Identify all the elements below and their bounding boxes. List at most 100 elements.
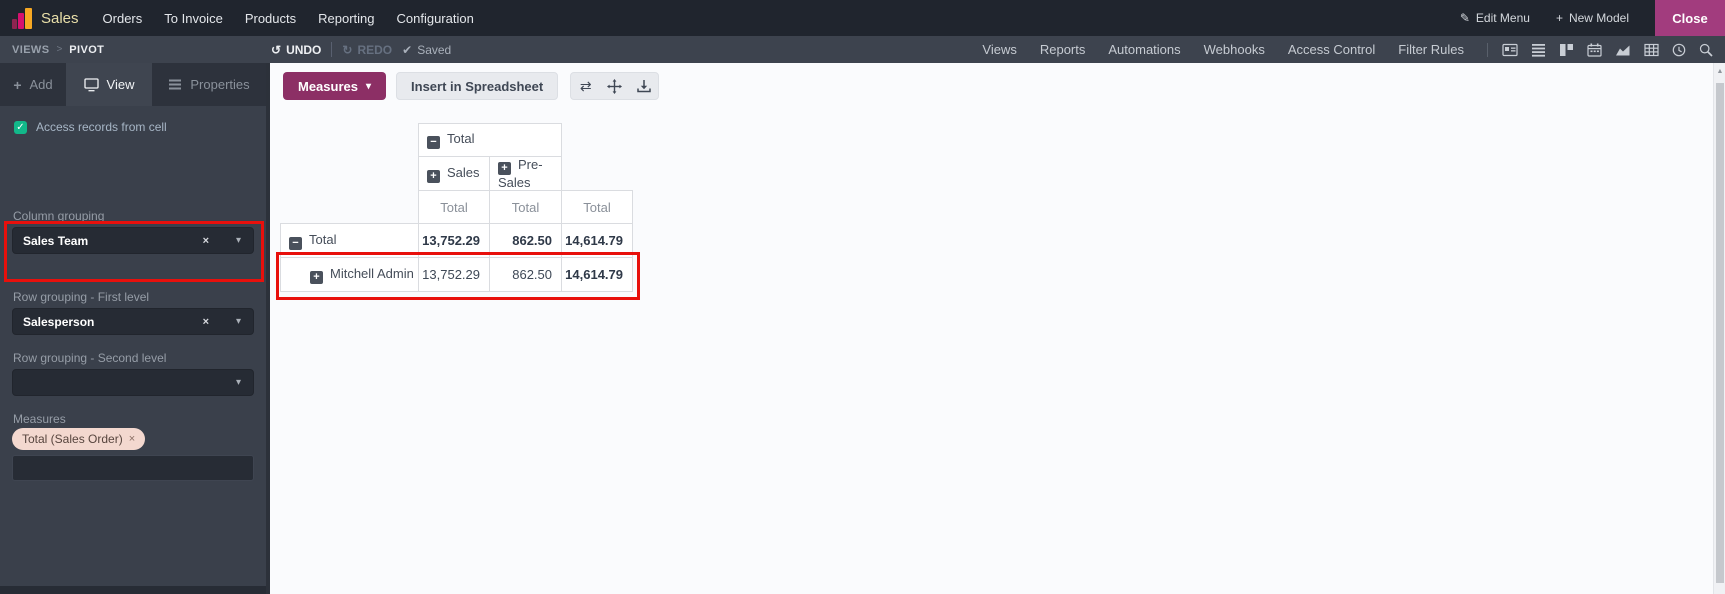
clear-icon[interactable]: × <box>203 316 209 328</box>
column-grouping-select[interactable]: Sales Team × ▾ <box>12 227 254 254</box>
row-grouping-first-select[interactable]: Salesperson × ▾ <box>12 308 254 335</box>
pivot-row-total: − Total 13,752.29 862.50 14,614.79 <box>280 223 633 258</box>
breadcrumb-views[interactable]: VIEWS <box>12 44 49 56</box>
undo-icon: ↺ <box>271 42 282 57</box>
row-header-total[interactable]: − Total <box>280 223 419 258</box>
pivot-cell[interactable]: 862.50 <box>489 257 562 292</box>
pivot-cell[interactable]: 13,752.29 <box>418 257 490 292</box>
menu-to-invoice[interactable]: To Invoice <box>164 11 223 26</box>
tab-add[interactable]: + Add <box>0 63 66 106</box>
studio-menu-automations[interactable]: Automations <box>1108 42 1180 57</box>
measures-input[interactable] <box>12 455 254 481</box>
tab-view[interactable]: View <box>66 63 152 106</box>
caret-down-icon: ▾ <box>235 235 241 246</box>
pivot-action-group: ⇄ <box>570 72 660 100</box>
pivot-view-area: Measures ▾ Insert in Spreadsheet ⇄ − Tot… <box>270 63 1713 594</box>
pivot-cell[interactable]: 14,614.79 <box>561 257 633 292</box>
menu-products[interactable]: Products <box>245 11 296 26</box>
form-view-icon[interactable] <box>1502 43 1518 57</box>
studio-bar: VIEWS > PIVOT ↺ UNDO ↻ REDO ✔ Saved View… <box>0 36 1725 63</box>
properties-icon <box>169 79 182 90</box>
sidebar-footer-strip <box>0 586 266 594</box>
studio-menu-views[interactable]: Views <box>982 42 1016 57</box>
access-records-checkbox[interactable]: ✓ <box>14 120 27 134</box>
row-grouping-second-label: Row grouping - Second level <box>13 351 167 365</box>
sidebar-tabs: + Add View Properties <box>0 63 266 106</box>
insert-in-spreadsheet-button[interactable]: Insert in Spreadsheet <box>396 72 559 100</box>
vertical-scrollbar[interactable]: ▲ <box>1713 63 1725 594</box>
pivot-measure-row: Total Total Total <box>281 190 633 224</box>
studio-menu-filter-rules[interactable]: Filter Rules <box>1398 42 1464 57</box>
search-icon[interactable] <box>1699 43 1713 57</box>
undo-button[interactable]: ↺ UNDO <box>271 43 321 57</box>
studio-menu-access-control[interactable]: Access Control <box>1288 42 1375 57</box>
pivot-cell[interactable]: 862.50 <box>489 223 562 258</box>
caret-down-icon: ▾ <box>365 80 372 92</box>
graph-view-icon[interactable] <box>1615 43 1631 57</box>
row-grouping-first-label: Row grouping - First level <box>13 290 150 304</box>
close-button[interactable]: Close <box>1655 0 1725 36</box>
scrollbar-thumb[interactable] <box>1716 83 1724 583</box>
caret-down-icon: ▾ <box>235 377 241 388</box>
list-view-icon[interactable] <box>1531 43 1546 57</box>
menu-configuration[interactable]: Configuration <box>397 11 474 26</box>
studio-menu-webhooks[interactable]: Webhooks <box>1204 42 1265 57</box>
collapse-icon[interactable]: − <box>427 136 440 149</box>
access-records-label: Access records from cell <box>36 120 167 134</box>
column-subgroup-presales[interactable]: + Pre-Sales <box>489 156 562 191</box>
pivot-view-icon[interactable] <box>1644 43 1659 57</box>
top-navbar: Sales Orders To Invoice Products Reporti… <box>0 0 1725 36</box>
breadcrumb-pivot: PIVOT <box>69 43 105 56</box>
access-records-row: ✓ Access records from cell <box>14 120 167 134</box>
flip-axis-icon[interactable]: ⇄ <box>571 73 600 99</box>
column-group-header[interactable]: − Total <box>418 123 562 157</box>
row-header-mitchell-admin[interactable]: + Mitchell Admin <box>280 257 419 292</box>
expand-icon[interactable]: + <box>310 270 323 284</box>
collapse-icon[interactable]: − <box>289 236 302 250</box>
pivot-cell[interactable]: 14,614.79 <box>561 223 633 258</box>
row-grouping-second-select[interactable]: ▾ <box>12 369 254 396</box>
studio-sidebar: + Add View Properties ✓ Access records f… <box>0 63 270 594</box>
redo-button[interactable]: ↻ REDO <box>342 43 392 57</box>
studio-menu-reports[interactable]: Reports <box>1040 42 1086 57</box>
studio-bar-right: Views Reports Automations Webhooks Acces… <box>982 42 1725 57</box>
measure-header[interactable]: Total <box>418 190 490 224</box>
download-icon[interactable] <box>629 73 658 99</box>
menu-reporting[interactable]: Reporting <box>318 11 374 26</box>
calendar-view-icon[interactable] <box>1587 43 1602 57</box>
remove-tag-icon[interactable]: × <box>129 433 135 445</box>
measure-header[interactable]: Total <box>561 190 633 224</box>
divider <box>331 42 333 57</box>
breadcrumb-separator: > <box>56 44 63 55</box>
check-icon: ✔ <box>402 42 413 57</box>
kanban-view-icon[interactable] <box>1559 43 1574 57</box>
measure-tag[interactable]: Total (Sales Order) × <box>12 428 146 450</box>
saved-status: ✔ Saved <box>402 42 452 57</box>
expand-all-icon[interactable] <box>600 73 629 99</box>
column-grouping-label: Column grouping <box>13 209 105 223</box>
edit-menu-button[interactable]: ✎ Edit Menu <box>1460 11 1530 25</box>
pivot-header-subgroup-row: + Sales + Pre-Sales <box>281 156 633 191</box>
tab-properties[interactable]: Properties <box>152 63 266 106</box>
menu-orders[interactable]: Orders <box>103 11 143 26</box>
pivot-table-wrap: − Total + Sales + Pre-Sales Total Total … <box>280 123 633 292</box>
expand-icon[interactable]: + <box>498 162 511 175</box>
plus-icon: + <box>1555 11 1563 25</box>
app-name[interactable]: Sales <box>41 10 79 27</box>
expand-icon[interactable]: + <box>427 169 440 183</box>
activity-view-icon[interactable] <box>1672 43 1686 57</box>
view-switcher-icons <box>1487 42 1713 57</box>
scroll-up-icon[interactable]: ▲ <box>1714 68 1725 75</box>
topbar-right: ✎ Edit Menu + New Model Close <box>1460 0 1725 36</box>
pivot-cell[interactable]: 13,752.29 <box>418 223 490 258</box>
plus-icon: + <box>13 76 22 93</box>
pivot-row-mitchell-admin: + Mitchell Admin 13,752.29 862.50 14,614.… <box>280 257 633 292</box>
measure-header[interactable]: Total <box>489 190 562 224</box>
new-model-button[interactable]: + New Model <box>1556 11 1629 25</box>
measures-label: Measures <box>13 412 66 426</box>
column-subgroup-sales[interactable]: + Sales <box>418 156 490 191</box>
clear-icon[interactable]: × <box>203 235 209 247</box>
monitor-icon <box>83 77 99 91</box>
measures-button[interactable]: Measures ▾ <box>283 72 387 100</box>
move-arrows-icon <box>607 78 623 94</box>
